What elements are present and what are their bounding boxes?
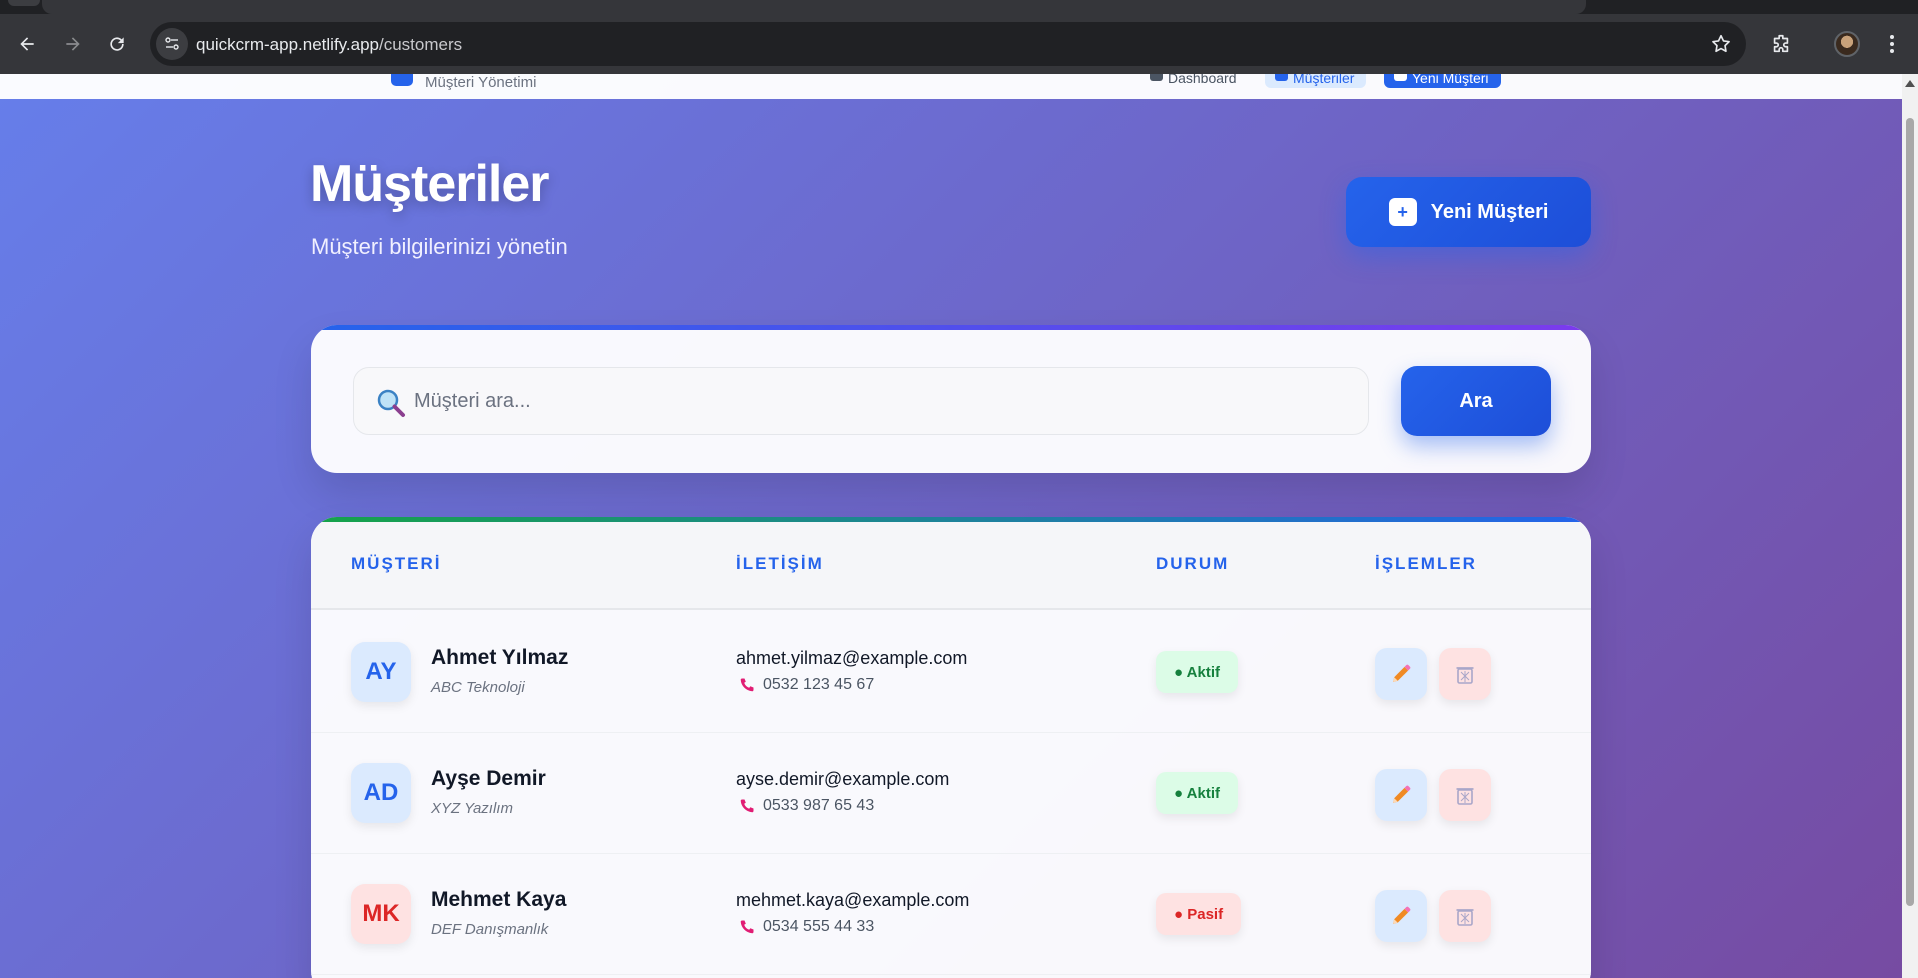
customer-phone: 0534 555 44 33 xyxy=(739,918,874,936)
status-badge: ● Aktif xyxy=(1156,772,1239,814)
phone-number: 0532 123 45 67 xyxy=(763,676,875,693)
table-row[interactable]: AD Ayşe Demir XYZ Yazılım ayse.demir@exa… xyxy=(311,733,1591,854)
brand-logo-icon[interactable] xyxy=(391,74,413,86)
edit-button[interactable] xyxy=(1375,890,1427,942)
active-tab[interactable] xyxy=(42,0,1586,14)
url-path: /customers xyxy=(379,35,463,54)
profile-photo xyxy=(1834,31,1860,57)
nav-link-new-customer[interactable]: Yeni Müşteri xyxy=(1384,74,1501,88)
search-input[interactable] xyxy=(414,368,1354,434)
delete-button[interactable] xyxy=(1439,769,1491,821)
delete-button[interactable] xyxy=(1439,890,1491,942)
scrollbar-thumb[interactable] xyxy=(1906,118,1914,906)
delete-button[interactable] xyxy=(1439,648,1491,700)
plus-icon: + xyxy=(1388,198,1417,226)
pencil-icon xyxy=(1393,664,1411,682)
new-customer-button[interactable]: + Yeni Müşteri xyxy=(1346,177,1591,247)
trash-icon xyxy=(1456,788,1474,805)
scroll-up-icon[interactable] xyxy=(1905,80,1915,87)
customer-phone: 0533 987 65 43 xyxy=(739,797,874,815)
tab-search-button[interactable] xyxy=(8,0,40,6)
avatar: AY xyxy=(351,642,411,702)
edit-button[interactable] xyxy=(1375,769,1427,821)
customer-name: Ayşe Demir xyxy=(431,767,546,790)
page-viewport: Müşteri Yönetimi Dashboard Müşteriler Ye… xyxy=(0,74,1902,978)
phone-icon xyxy=(740,920,754,934)
column-header-customer[interactable]: MÜŞTERİ xyxy=(351,554,442,574)
extensions-icon[interactable] xyxy=(1765,28,1797,60)
search-button[interactable]: Ara xyxy=(1401,366,1551,436)
back-icon[interactable] xyxy=(11,28,43,60)
add-icon xyxy=(1394,74,1407,81)
app-navbar: Müşteri Yönetimi Dashboard Müşteriler Ye… xyxy=(0,74,1902,99)
new-customer-label: Yeni Müşteri xyxy=(1430,200,1549,223)
column-header-actions[interactable]: İŞLEMLER xyxy=(1375,554,1477,574)
forward-icon[interactable] xyxy=(57,28,89,60)
customer-email[interactable]: mehmet.kaya@example.com xyxy=(736,890,969,911)
nav-link-label: Yeni Müşteri xyxy=(1412,74,1489,86)
card-accent-line xyxy=(311,325,1591,330)
edit-button[interactable] xyxy=(1375,648,1427,700)
url-host: quickcrm-app.netlify.app xyxy=(196,35,379,54)
url-text[interactable]: quickcrm-app.netlify.app/customers xyxy=(196,35,462,55)
nav-link-dashboard[interactable]: Dashboard xyxy=(1140,74,1249,88)
search-card: Ara xyxy=(311,325,1591,473)
customers-table: MÜŞTERİ İLETİŞİM DURUM İŞLEMLER AY Ahmet… xyxy=(311,517,1591,978)
reload-icon[interactable] xyxy=(101,28,133,60)
customer-company: DEF Danışmanlık xyxy=(431,921,549,938)
page-subtitle: Müşteri bilgilerinizi yönetin xyxy=(311,234,568,259)
search-field[interactable] xyxy=(353,367,1369,435)
phone-number: 0533 987 65 43 xyxy=(763,797,875,814)
pencil-icon xyxy=(1393,785,1411,803)
dashboard-icon xyxy=(1150,74,1163,81)
status-badge: ● Aktif xyxy=(1156,651,1239,693)
address-bar[interactable]: quickcrm-app.netlify.app/customers xyxy=(150,22,1746,66)
more-menu-icon[interactable] xyxy=(1876,28,1908,60)
nav-link-customers[interactable]: Müşteriler xyxy=(1265,74,1367,88)
nav-link-label: Müşteriler xyxy=(1293,74,1355,86)
phone-icon xyxy=(740,678,754,692)
customer-company: XYZ Yazılım xyxy=(431,800,513,817)
table-header: MÜŞTERİ İLETİŞİM DURUM İŞLEMLER xyxy=(311,522,1591,610)
nav-link-label: Dashboard xyxy=(1168,74,1237,86)
avatar: AD xyxy=(351,763,411,823)
brand-subtitle: Müşteri Yönetimi xyxy=(425,74,537,91)
phone-number: 0534 555 44 33 xyxy=(763,918,875,935)
customer-email[interactable]: ayse.demir@example.com xyxy=(736,769,949,790)
customer-name: Mehmet Kaya xyxy=(431,888,567,911)
avatar: MK xyxy=(351,884,411,944)
status-badge: ● Pasif xyxy=(1156,893,1242,935)
bookmark-star-icon[interactable] xyxy=(1710,33,1732,55)
column-header-contact[interactable]: İLETİŞİM xyxy=(736,554,824,574)
column-header-status[interactable]: DURUM xyxy=(1156,554,1229,574)
customer-company: ABC Teknoloji xyxy=(431,679,525,696)
page-scrollbar[interactable] xyxy=(1902,74,1918,978)
site-info-icon[interactable] xyxy=(156,28,188,60)
customers-icon xyxy=(1275,74,1288,81)
profile-avatar[interactable] xyxy=(1831,28,1863,60)
tab-strip xyxy=(0,0,1918,14)
phone-icon xyxy=(740,799,754,813)
table-row[interactable]: MK Mehmet Kaya DEF Danışmanlık mehmet.ka… xyxy=(311,854,1591,975)
search-icon xyxy=(377,389,405,417)
customer-phone: 0532 123 45 67 xyxy=(739,676,874,694)
pencil-icon xyxy=(1393,906,1411,924)
table-row[interactable]: AY Ahmet Yılmaz ABC Teknoloji ahmet.yilm… xyxy=(311,612,1591,733)
customer-email[interactable]: ahmet.yilmaz@example.com xyxy=(736,648,967,669)
trash-icon xyxy=(1456,667,1474,684)
browser-toolbar: quickcrm-app.netlify.app/customers xyxy=(0,14,1918,74)
page-title: Müşteriler xyxy=(310,155,550,213)
customer-name: Ahmet Yılmaz xyxy=(431,646,569,669)
trash-icon xyxy=(1456,909,1474,926)
